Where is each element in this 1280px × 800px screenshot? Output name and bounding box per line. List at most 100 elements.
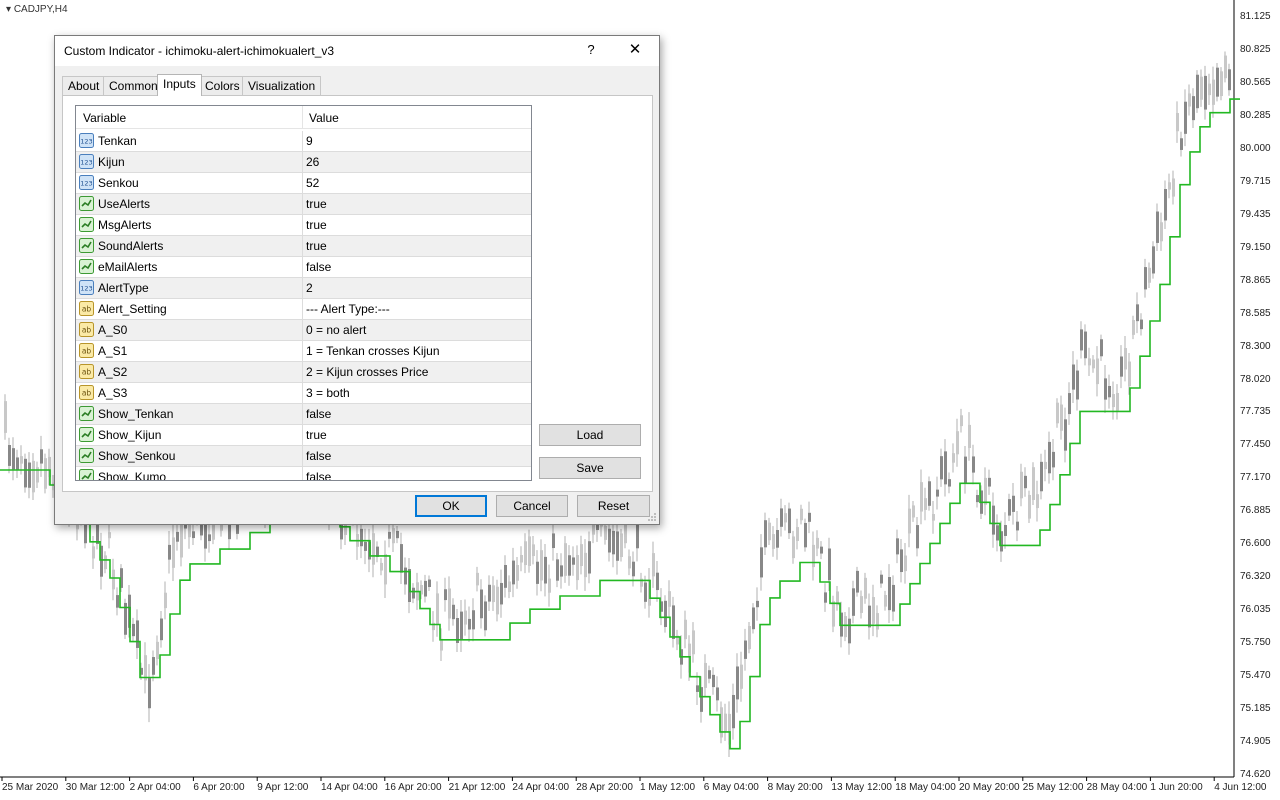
candle-body: [528, 536, 531, 566]
table-row[interactable]: Show_Tenkan false: [76, 404, 531, 425]
cancel-button[interactable]: Cancel: [496, 495, 568, 517]
tab-visualization[interactable]: Visualization: [242, 76, 322, 95]
tab-inputs[interactable]: Inputs: [157, 74, 202, 96]
variable-value[interactable]: true: [306, 218, 327, 232]
reset-button[interactable]: Reset: [577, 495, 650, 517]
tab-about[interactable]: About: [62, 76, 106, 95]
candle-body: [576, 555, 579, 581]
variable-value[interactable]: false: [306, 449, 331, 463]
candle-body: [540, 550, 543, 581]
table-row[interactable]: ab Alert_Setting --- Alert Type:---: [76, 299, 531, 320]
table-row[interactable]: eMailAlerts false: [76, 257, 531, 278]
variable-value[interactable]: 52: [306, 176, 319, 190]
variable-value[interactable]: 1 = Tenkan crosses Kijun: [306, 344, 440, 358]
variable-name: Show_Kijun: [98, 428, 162, 442]
candle-body: [412, 587, 415, 599]
candle-body: [164, 592, 167, 609]
variable-name: eMailAlerts: [98, 260, 158, 274]
candle-body: [736, 666, 739, 700]
resize-grip-icon[interactable]: [647, 512, 657, 522]
time-tick-label: 28 Apr 20:00: [576, 782, 633, 793]
close-button[interactable]: ✕: [621, 40, 649, 60]
price-tick-label: 78.020: [1240, 373, 1271, 385]
variable-value[interactable]: 2 = Kijun crosses Price: [306, 365, 428, 379]
table-row[interactable]: 123 Tenkan 9: [76, 131, 531, 152]
candle-body: [704, 662, 707, 688]
time-tick-label: 25 May 12:00: [1022, 782, 1084, 793]
table-row[interactable]: 123 Kijun 26: [76, 152, 531, 173]
variable-value[interactable]: true: [306, 239, 327, 253]
table-row[interactable]: Show_Senkou false: [76, 446, 531, 467]
candle-body: [572, 557, 575, 565]
candle-body: [752, 607, 755, 630]
variable-name: MsgAlerts: [98, 218, 152, 232]
tab-common[interactable]: Common: [103, 76, 164, 95]
candle-body: [1080, 329, 1083, 351]
candle-body: [1136, 304, 1139, 322]
variable-name: AlertType: [98, 281, 149, 295]
variable-value[interactable]: 3 = both: [306, 386, 350, 400]
table-row[interactable]: ab A_S2 2 = Kijun crosses Price: [76, 362, 531, 383]
candle-body: [492, 585, 495, 603]
candle-body: [388, 531, 391, 539]
candle-body: [1032, 467, 1035, 500]
table-row[interactable]: ab A_S0 0 = no alert: [76, 320, 531, 341]
table-row[interactable]: MsgAlerts true: [76, 215, 531, 236]
dialog-titlebar[interactable]: Custom Indicator - ichimoku-alert-ichimo…: [55, 36, 659, 66]
candle-body: [1008, 499, 1011, 516]
price-tick-label: 77.170: [1240, 472, 1271, 484]
candle-body: [748, 626, 751, 650]
variable-value[interactable]: true: [306, 197, 327, 211]
candle-body: [1012, 495, 1015, 512]
variable-value[interactable]: 26: [306, 155, 319, 169]
table-row[interactable]: ab A_S3 3 = both: [76, 383, 531, 404]
variable-name: Show_Kumo: [98, 470, 167, 481]
ok-button[interactable]: OK: [415, 495, 487, 517]
candle-body: [144, 655, 147, 681]
column-header-value[interactable]: Value: [309, 111, 339, 125]
save-button[interactable]: Save: [539, 457, 641, 479]
boolean-type-icon: [79, 217, 94, 232]
inputs-panel: Variable Value 123 Tenkan 9 123 Kijun 26 123 Se…: [62, 95, 653, 492]
variable-value[interactable]: --- Alert Type:---: [306, 302, 390, 316]
column-header-variable[interactable]: Variable: [83, 111, 126, 125]
variable-value[interactable]: false: [306, 407, 331, 421]
variable-value[interactable]: 2: [306, 281, 313, 295]
candle-body: [744, 640, 747, 659]
candle-body: [1200, 76, 1203, 100]
table-row[interactable]: Show_Kumo false: [76, 467, 531, 481]
candle-body: [912, 505, 915, 518]
candle-body: [372, 533, 375, 565]
candle-body: [1140, 319, 1143, 330]
variable-value[interactable]: 0 = no alert: [306, 323, 366, 337]
price-tick-label: 75.750: [1240, 637, 1271, 649]
load-button[interactable]: Load: [539, 424, 641, 446]
candle-body: [180, 525, 183, 558]
variable-value[interactable]: false: [306, 470, 331, 480]
table-row[interactable]: 123 AlertType 2: [76, 278, 531, 299]
candle-body: [1124, 348, 1127, 370]
candle-body: [884, 594, 887, 607]
variable-value[interactable]: 9: [306, 134, 313, 148]
help-button[interactable]: ?: [581, 40, 601, 60]
candle-body: [524, 541, 527, 566]
candle-body: [160, 618, 163, 641]
candle-body: [44, 458, 47, 489]
variable-value[interactable]: true: [306, 428, 327, 442]
table-row[interactable]: SoundAlerts true: [76, 236, 531, 257]
table-row[interactable]: 123 Senkou 52: [76, 173, 531, 194]
tab-colors[interactable]: Colors: [199, 76, 246, 95]
table-row[interactable]: ab A_S1 1 = Tenkan crosses Kijun: [76, 341, 531, 362]
boolean-type-icon: [79, 448, 94, 463]
integer-type-icon: 123: [79, 280, 94, 295]
dropdown-arrow-icon[interactable]: ▾: [6, 4, 11, 15]
candle-body: [192, 531, 195, 539]
table-row[interactable]: UseAlerts true: [76, 194, 531, 215]
string-type-icon: ab: [79, 364, 94, 379]
variable-value[interactable]: false: [306, 260, 331, 274]
candle-body: [392, 528, 395, 544]
candle-body: [764, 520, 767, 548]
string-type-icon: ab: [79, 301, 94, 316]
candle-body: [972, 456, 975, 473]
table-row[interactable]: Show_Kijun true: [76, 425, 531, 446]
